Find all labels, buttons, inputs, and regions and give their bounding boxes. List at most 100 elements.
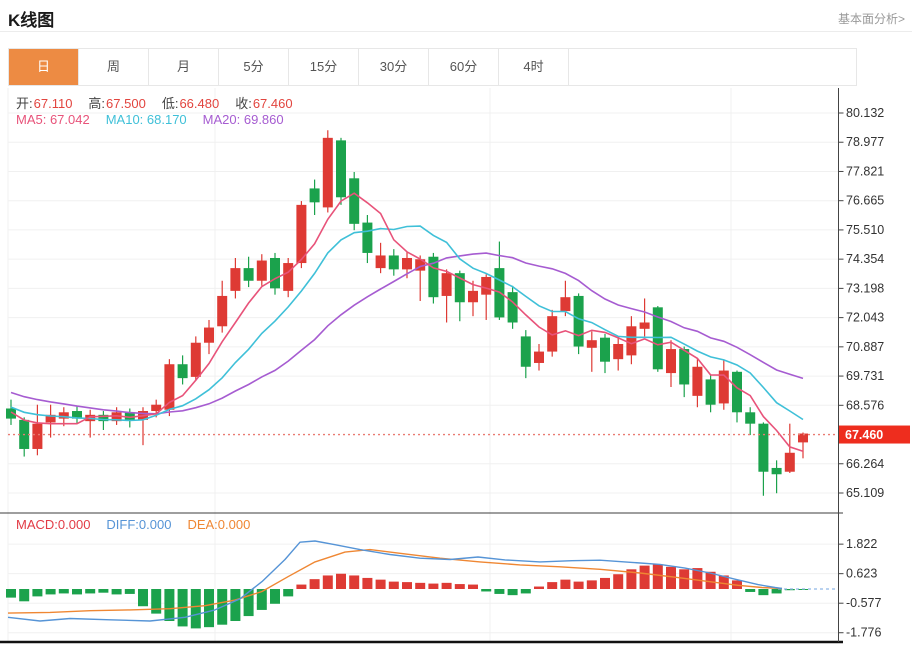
candle-body [534,351,544,363]
macd-bar [111,589,122,595]
candle-body [613,343,624,360]
macd-bar [138,589,148,607]
candle-body [758,423,769,472]
candle-body [745,412,756,424]
macd-bar [204,589,214,628]
price-axis-label: 75.510 [846,223,884,237]
macd-bar [58,589,69,594]
macd-bar [560,579,571,589]
price-axis-label: 68.576 [846,398,884,412]
candle-body [784,452,795,472]
candle-body [388,255,399,270]
price-axis-label: 72.043 [846,311,884,325]
macd-bar [230,589,241,622]
macd-bar [494,589,505,594]
price-axis-label: 73.198 [846,281,884,295]
macd-bar [441,582,452,589]
current-price-tag-label: 67.460 [845,428,883,442]
price-axis-label: 77.821 [846,164,884,178]
macd-bar [124,589,135,594]
candle-body [481,276,492,295]
candle-body [705,379,716,405]
candle-body [349,178,360,224]
candle-body [402,257,412,270]
macd-bar [600,577,610,589]
candle-body [586,340,597,348]
macd-bar [375,579,386,589]
candle-body [441,273,452,296]
price-axis-label: 78.977 [846,135,884,149]
macd-bar [507,589,518,596]
candle-body [190,342,201,377]
candle-body [217,295,228,327]
macd-bar [164,589,175,622]
candle-body [679,349,690,385]
candle-body [520,336,531,367]
macd-bar [296,584,307,589]
macd-bar [586,580,597,589]
candle-body [666,349,676,374]
macd-bar [428,583,439,589]
price-axis-label: 76.665 [846,194,884,208]
kline-widget: K线图 基本面分析> 日周月 5分 15分 30分 60分 4时 80.132 78.977… [0,0,912,645]
candle-body [230,268,241,291]
candle-body [560,297,571,312]
price-axis-label: 66.264 [846,457,884,471]
candle-body [600,337,610,362]
macd-bar [547,582,558,589]
macd-bar [652,564,663,589]
macd-bar [468,584,478,589]
macd-bar [45,589,56,595]
macd-bar [613,574,624,589]
macd-axis-label: 1.822 [846,537,877,551]
price-axis-label: 80.132 [846,106,884,120]
candle-body [283,263,294,291]
macd-bar [336,573,346,589]
candle-body [692,366,703,396]
macd-bar [745,589,756,592]
macd-bar [98,589,109,593]
macd-bar [349,575,360,589]
candle-body [771,467,782,475]
candle-body [256,260,267,281]
macd-bar [534,586,544,589]
candle-body [270,257,280,289]
macd-bar [243,589,254,617]
candle-body [375,255,386,269]
macd-bar [454,584,465,589]
candle-body [177,364,188,379]
macd-bar [6,589,16,598]
candle-body [573,295,584,347]
macd-bar [402,582,412,589]
macd-bar [309,579,320,589]
macd-axis-label: -0.577 [846,596,881,610]
candle-body [507,292,518,323]
macd-bar [758,589,769,596]
macd-bar [322,575,333,589]
candle-body [626,326,637,356]
macd-bar [573,581,584,589]
candle-body [468,290,478,303]
candle-body [639,322,650,329]
macd-axis-label: -1.776 [846,626,881,640]
candle-body [204,327,214,343]
macd-bar [19,589,30,602]
macd-axis-label: 0.623 [846,567,877,581]
kline-chart[interactable]: 80.132 78.977 77.821 76.665 75.510 74.354 73.1… [0,0,912,645]
macd-bar [32,589,43,597]
candle-body [732,371,742,413]
candle-body [32,423,43,449]
macd-bar [270,589,280,604]
macd-bar [190,589,201,629]
macd-bar [666,566,676,589]
candle-body [362,222,373,253]
price-axis-label: 65.109 [846,486,884,500]
macd-bar [771,589,782,594]
macd-bar [362,577,373,589]
macd-bar [85,589,96,594]
candle-body [322,137,333,208]
macd-bar [520,589,531,594]
price-axis-label: 70.887 [846,340,884,354]
price-axis-label: 74.354 [846,252,884,266]
candle-body [243,268,254,281]
